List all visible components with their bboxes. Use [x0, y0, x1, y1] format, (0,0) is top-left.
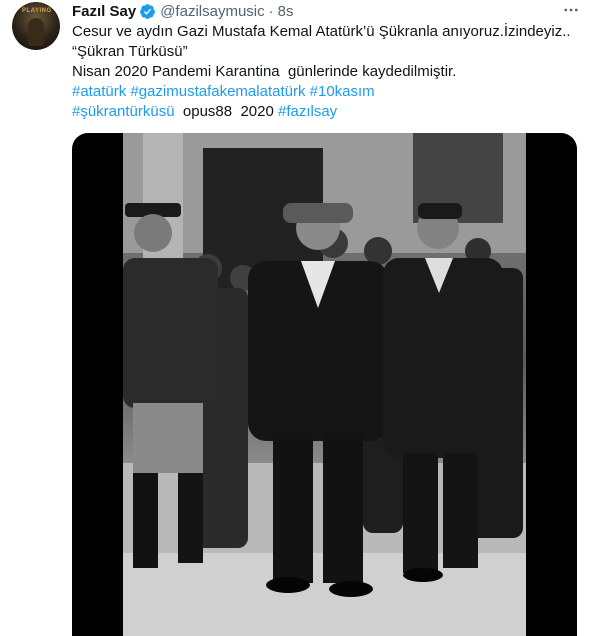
tweet-text-segment: Nisan 2020 Pandemi Karantina günlerinde …: [72, 63, 457, 80]
hashtag-link[interactable]: #şükrantürküsü: [72, 103, 175, 120]
author-name[interactable]: Fazıl Say: [72, 3, 136, 20]
avatar-logo-text: PLAYING: [22, 8, 52, 14]
tweet-text-segment: Cesur ve aydın Gazi Mustafa Kemal Atatür…: [72, 23, 571, 40]
hashtag-link[interactable]: #10kasım: [310, 83, 375, 100]
tweet-text-line: Nisan 2020 Pandemi Karantina günlerinde …: [72, 62, 582, 82]
separator-dot: ·: [268, 2, 274, 20]
avatar-figure: [28, 18, 44, 46]
hashtag-link[interactable]: #gazimustafakemalatatürk: [130, 83, 305, 100]
tweet: PLAYING Fazıl Say @fazilsaymusic · 8s Ce…: [0, 0, 591, 636]
tweet-text-line: “Şükran Türküsü”: [72, 42, 582, 62]
tweet-photo[interactable]: [123, 133, 526, 636]
more-horizontal-icon[interactable]: [561, 0, 581, 20]
tweet-text-line: #şükrantürküsü opus88 2020 #fazılsay: [72, 102, 582, 122]
tweet-text: Cesur ve aydın Gazi Mustafa Kemal Atatür…: [72, 22, 582, 122]
hashtag-link[interactable]: #atatürk: [72, 83, 126, 100]
hashtag-link[interactable]: #fazılsay: [278, 103, 337, 120]
author-handle[interactable]: @fazilsaymusic: [160, 3, 264, 20]
avatar[interactable]: PLAYING: [12, 2, 60, 50]
photo-image: [123, 133, 526, 636]
tweet-text-segment: “Şükran Türküsü”: [72, 43, 188, 60]
tweet-media[interactable]: [72, 133, 577, 636]
verified-badge-icon: [139, 3, 156, 20]
tweet-text-line: #atatürk #gazimustafakemalatatürk #10kas…: [72, 82, 582, 102]
tweet-header: Fazıl Say @fazilsaymusic · 8s: [72, 1, 579, 21]
tweet-time[interactable]: 8s: [278, 3, 294, 20]
tweet-text-segment: opus88 2020: [174, 103, 278, 120]
tweet-text-line: Cesur ve aydın Gazi Mustafa Kemal Atatür…: [72, 22, 582, 42]
